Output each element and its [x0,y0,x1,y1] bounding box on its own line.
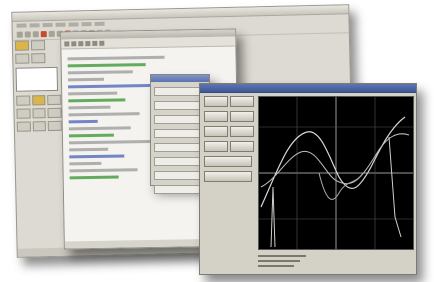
tool-palette [14,40,64,221]
legend-entry [258,260,300,262]
code-line [69,139,151,145]
scope-button[interactable] [204,156,252,167]
palette-tool[interactable] [47,94,62,106]
toolbar-icon[interactable] [78,41,84,47]
code-line [68,133,115,138]
code-line [68,83,158,89]
palette-tool[interactable] [48,120,62,132]
palette-preview [15,66,59,92]
menu-item[interactable] [16,23,27,28]
scope-button[interactable] [230,96,254,107]
menu-item[interactable] [42,22,53,28]
toolbar-icon[interactable] [40,31,47,38]
palette-tool[interactable] [14,40,30,51]
toolbar-icon[interactable] [16,31,23,38]
scope-plot-svg [259,97,413,249]
trace-4 [318,172,364,200]
palette-tool[interactable] [31,53,46,64]
trace-2 [260,133,410,188]
code-line [67,55,165,61]
palette-tool[interactable] [32,121,47,132]
code-line [68,98,126,103]
code-line [69,147,109,152]
menu-item[interactable] [68,22,79,27]
toolbar-icon[interactable] [92,40,98,46]
toolbar-icon[interactable] [64,41,70,47]
palette-tool[interactable] [15,53,30,64]
scope-button[interactable] [204,96,228,107]
legend-entry [258,265,294,267]
scope-button[interactable] [204,111,228,122]
code-line [69,175,119,180]
trace-3 [270,186,276,248]
toolbar-icon[interactable] [24,31,31,38]
scope-button[interactable] [204,141,228,152]
scope-button[interactable] [230,141,254,152]
toolbar-icon[interactable] [99,40,105,46]
scope-plot[interactable] [258,96,414,250]
code-line [69,154,125,159]
palette-tool[interactable] [31,95,46,106]
dialog-titlebar [151,75,209,82]
scope-button[interactable] [230,126,254,137]
palette-tool[interactable] [30,40,46,51]
palette-tool[interactable] [32,108,47,119]
code-line [69,168,138,173]
menu-item[interactable] [94,21,105,26]
code-line [67,70,133,75]
palette-tool[interactable] [16,95,31,106]
code-line [69,161,102,166]
palette-tool[interactable] [16,108,31,119]
toolbar-icon[interactable] [32,31,39,38]
code-line [68,126,131,131]
menu-item[interactable] [29,23,40,28]
palette-tool[interactable] [47,107,62,119]
palette-tool[interactable] [16,121,31,132]
code-line [68,112,140,117]
menu-item[interactable] [55,22,66,27]
scope-control-panel [204,96,254,186]
menu-item[interactable] [81,22,92,27]
toolbar-icon[interactable] [71,41,77,47]
scope-button[interactable] [230,111,254,122]
toolbar-icon[interactable] [48,30,55,38]
trace-1 [260,116,406,208]
trace-5 [388,136,402,238]
code-line [68,91,117,96]
scope-window [199,83,417,275]
code-line [67,63,146,68]
code-line [68,105,111,110]
legend-entry [258,255,306,257]
scope-titlebar [200,84,416,93]
scope-button[interactable] [204,171,252,182]
plot-legend [258,252,318,270]
scope-button[interactable] [204,126,228,137]
toolbar-icon[interactable] [85,41,91,47]
code-line [68,119,98,124]
code-line [67,77,104,82]
